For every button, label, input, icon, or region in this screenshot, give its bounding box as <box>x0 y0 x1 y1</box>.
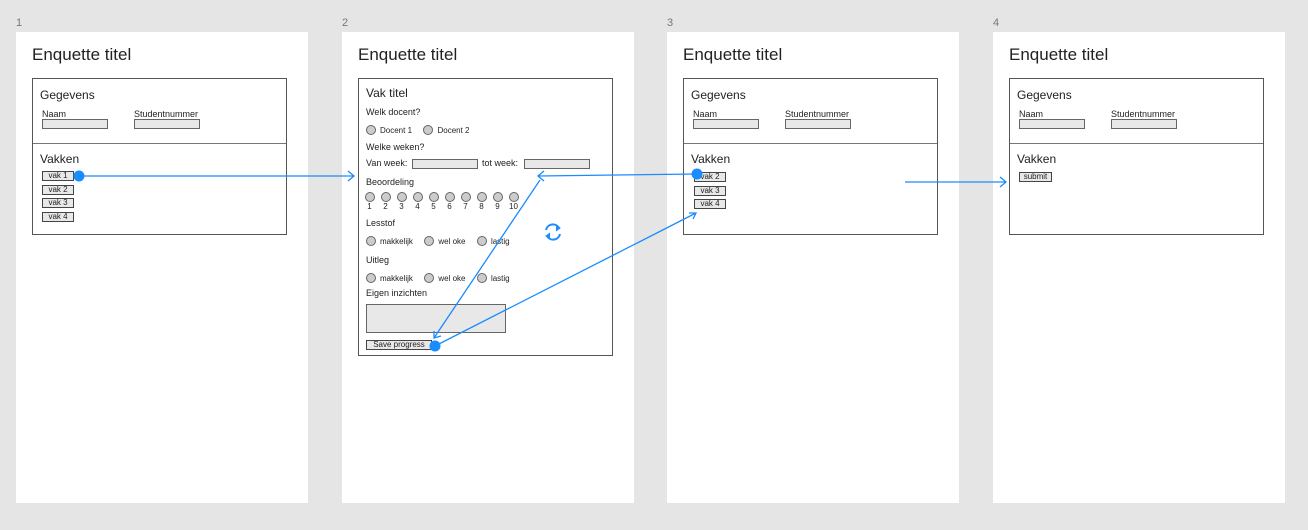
vak-2-button[interactable]: vak 2 <box>694 172 726 182</box>
vak-card: Vak titel Welk docent? Docent 1 Docent 2… <box>358 78 613 356</box>
naam-input[interactable] <box>42 119 108 129</box>
q-docent: Welk docent? <box>366 107 421 117</box>
radio-score-3[interactable]: 3 <box>396 192 407 211</box>
vak-titel: Vak titel <box>366 86 408 100</box>
studentnummer-input[interactable] <box>1111 119 1177 129</box>
page-title: Enquette titel <box>32 45 132 64</box>
radio-score-8[interactable]: 8 <box>476 192 487 211</box>
frame-1[interactable]: Enquette titel Gegevens Naam Studentnumm… <box>16 32 308 503</box>
van-week-label: Van week: <box>366 158 408 168</box>
naam-label: Naam <box>693 109 718 119</box>
radio-lesstof-wel-oke[interactable]: wel oke <box>424 236 465 246</box>
tot-week-input[interactable] <box>524 159 590 169</box>
divider <box>684 143 937 144</box>
radio-score-5[interactable]: 5 <box>428 192 439 211</box>
form-card: Gegevens Naam Studentnummer Vakken submi… <box>1009 78 1264 235</box>
frame-label-1: 1 <box>16 17 23 29</box>
studentnummer-label: Studentnummer <box>134 109 199 119</box>
divider <box>33 143 286 144</box>
eigen-inzichten-label: Eigen inzichten <box>366 288 428 298</box>
radio-score-4[interactable]: 4 <box>412 192 423 211</box>
lesstof-label: Lesstof <box>366 218 396 228</box>
radio-lesstof-makkelijk[interactable]: makkelijk <box>366 236 413 246</box>
frame-2[interactable]: Enquette titel Vak titel Welk docent? Do… <box>342 32 634 503</box>
uitleg-label: Uitleg <box>366 255 390 265</box>
section-vakken: Vakken <box>1017 152 1057 166</box>
naam-label: Naam <box>42 109 67 119</box>
frame-4[interactable]: Enquette titel Gegevens Naam Studentnumm… <box>993 32 1285 503</box>
frame-3[interactable]: Enquette titel Gegevens Naam Studentnumm… <box>667 32 959 503</box>
page-title: Enquette titel <box>683 45 783 64</box>
studentnummer-label: Studentnummer <box>1111 109 1176 119</box>
submit-button[interactable]: submit <box>1019 172 1052 182</box>
section-gegevens: Gegevens <box>40 88 95 102</box>
vak-4-button[interactable]: vak 4 <box>42 212 74 222</box>
radio-uitleg-lastig[interactable]: lastig <box>476 273 510 283</box>
radio-docent-2[interactable]: Docent 2 <box>423 125 470 135</box>
frame-label-3: 3 <box>667 17 674 29</box>
vak-4-button[interactable]: vak 4 <box>694 199 726 209</box>
lesstof-radios: makkelijk wel oke lastig <box>366 233 517 251</box>
frame-label-2: 2 <box>342 17 349 29</box>
naam-input[interactable] <box>693 119 759 129</box>
q-weken: Welke weken? <box>366 142 425 152</box>
tot-week-label: tot week: <box>482 158 519 168</box>
studentnummer-input[interactable] <box>134 119 200 129</box>
radio-uitleg-makkelijk[interactable]: makkelijk <box>366 273 413 283</box>
docent-radios: Docent 1 Docent 2 <box>366 122 477 140</box>
beoordeling-scale: 1 2 3 4 5 6 7 8 9 10 <box>364 192 519 211</box>
beoordeling-label: Beoordeling <box>366 177 415 187</box>
radio-score-10[interactable]: 10 <box>508 192 519 211</box>
radio-score-7[interactable]: 7 <box>460 192 471 211</box>
uitleg-radios: makkelijk wel oke lastig <box>366 270 517 288</box>
studentnummer-label: Studentnummer <box>785 109 850 119</box>
radio-score-2[interactable]: 2 <box>380 192 391 211</box>
save-progress-button[interactable]: Save progress <box>366 340 432 350</box>
radio-score-1[interactable]: 1 <box>364 192 375 211</box>
vak-1-button[interactable]: vak 1 <box>42 171 74 181</box>
radio-lesstof-lastig[interactable]: lastig <box>476 236 510 246</box>
section-vakken: Vakken <box>40 152 80 166</box>
radio-uitleg-wel-oke[interactable]: wel oke <box>424 273 465 283</box>
divider <box>1010 143 1263 144</box>
frame-label-4: 4 <box>993 17 1000 29</box>
vak-2-button[interactable]: vak 2 <box>42 185 74 195</box>
radio-docent-1[interactable]: Docent 1 <box>366 125 412 135</box>
section-gegevens: Gegevens <box>691 88 746 102</box>
section-gegevens: Gegevens <box>1017 88 1072 102</box>
page-title: Enquette titel <box>1009 45 1109 64</box>
form-card: Gegevens Naam Studentnummer Vakken vak 1… <box>32 78 287 235</box>
naam-label: Naam <box>1019 109 1044 119</box>
van-week-input[interactable] <box>412 159 478 169</box>
vak-3-button[interactable]: vak 3 <box>694 186 726 196</box>
page-title: Enquette titel <box>358 45 458 64</box>
naam-input[interactable] <box>1019 119 1085 129</box>
form-card: Gegevens Naam Studentnummer Vakken vak 2… <box>683 78 938 235</box>
vak-3-button[interactable]: vak 3 <box>42 198 74 208</box>
studentnummer-input[interactable] <box>785 119 851 129</box>
radio-score-9[interactable]: 9 <box>492 192 503 211</box>
radio-score-6[interactable]: 6 <box>444 192 455 211</box>
section-vakken: Vakken <box>691 152 731 166</box>
eigen-inzichten-textarea[interactable] <box>366 304 506 333</box>
